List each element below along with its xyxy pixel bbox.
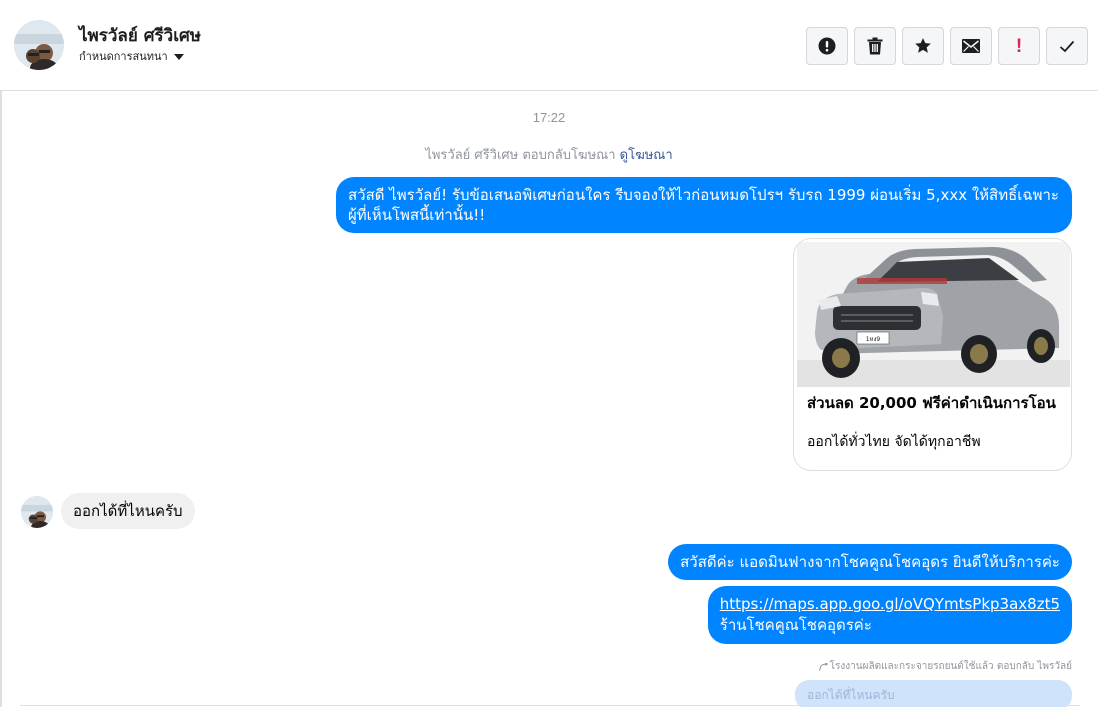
ad-card-image: 1หง9	[797, 242, 1070, 387]
conversation-settings-label: กำหนดการสนทนา	[79, 50, 168, 63]
mark-done-button[interactable]	[1046, 27, 1088, 65]
ad-reply-text: ไพรวัลย์ ศรีวิเศษ ตอบกลับโฆษณา	[425, 148, 616, 163]
ad-card-title: ส่วนลด 20,000 ฟรีค่าดำเนินการโอน	[807, 394, 1056, 412]
header-actions: !	[806, 27, 1088, 65]
message-timestamp: 17:22	[532, 110, 566, 125]
ad-reply-notice: ไพรวัลย์ ศรีวิเศษ ตอบกลับโฆษณา ดูโฆษณา	[0, 144, 1098, 165]
sender-avatar[interactable]	[21, 496, 53, 528]
ad-card-subtitle: ออกได้ทั่วไทย จัดได้ทุกอาชีพ	[807, 434, 981, 450]
exclamation-icon: !	[1015, 35, 1023, 57]
reply-footnote: โรงงานผลิตและกระจายรถยนต์ใช้แล้ว ตอบกลับ…	[818, 659, 1072, 674]
footnote-text: โรงงานผลิตและกระจายรถยนต์ใช้แล้ว ตอบกลับ…	[829, 661, 1072, 672]
ad-card[interactable]: 1หง9 ส่วนลด 20,000 ฟรีค่าดำเนินการโอน ออ…	[793, 238, 1072, 471]
partial-message-text: ออกได้ที่ไหนครับ	[807, 688, 895, 702]
composer-divider	[20, 705, 1080, 706]
report-button[interactable]	[806, 27, 848, 65]
conversation-header: ไพรวัลย์ ศรีวิเศษ กำหนดการสนทนา !	[0, 0, 1098, 91]
maps-link[interactable]: https://maps.app.goo.gl/oVQYmtsPkp3ax8zt…	[720, 594, 1060, 615]
delete-button[interactable]	[854, 27, 896, 65]
spam-button[interactable]: !	[998, 27, 1040, 65]
outgoing-message: สวัสดีค่ะ แอดมินฟางจากโชคคูณโชคอุดร ยินด…	[668, 544, 1072, 580]
star-icon	[915, 38, 931, 53]
view-ad-link[interactable]: ดูโฆษณา	[620, 148, 673, 163]
contact-avatar[interactable]	[14, 20, 64, 70]
caret-down-icon	[173, 53, 184, 60]
contact-name[interactable]: ไพรวัลย์ ศรีวิเศษ	[79, 22, 201, 49]
envelope-icon	[962, 39, 980, 53]
checkmark-icon	[1059, 40, 1075, 52]
report-icon	[818, 37, 836, 55]
reply-arrow-icon	[818, 662, 828, 671]
star-button[interactable]	[902, 27, 944, 65]
outgoing-message: https://maps.app.goo.gl/oVQYmtsPkp3ax8zt…	[707, 586, 1072, 644]
outgoing-message-partial: ออกได้ที่ไหนครับ	[795, 680, 1072, 707]
license-plate-text: 1หง9	[866, 336, 881, 343]
conversation-settings-dropdown[interactable]: กำหนดการสนทนา	[79, 47, 184, 65]
outgoing-message: สวัสดี ไพรวัลย์! รับข้อเสนอพิเศษก่อนใคร …	[336, 177, 1072, 233]
mark-unread-button[interactable]	[950, 27, 992, 65]
trash-icon	[867, 37, 883, 55]
message-thread[interactable]: 17:22 ไพรวัลย์ ศรีวิเศษ ตอบกลับโฆษณา ดูโ…	[0, 92, 1098, 707]
incoming-message: ออกได้ที่ไหนครับ	[61, 493, 195, 529]
message-text: ร้านโชคคูณโชคอุดรค่ะ	[719, 616, 872, 634]
